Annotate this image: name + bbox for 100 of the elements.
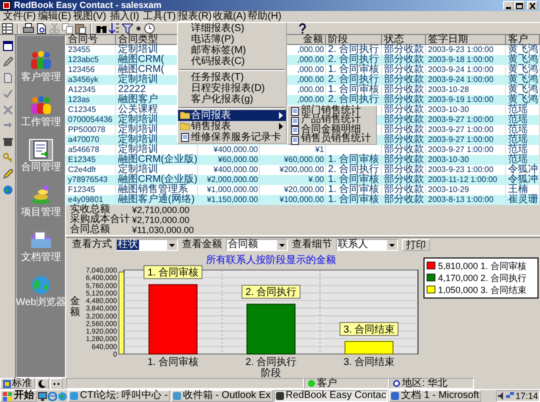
network-icon[interactable] [506, 392, 514, 400]
taskbar-button[interactable]: 文档 1 - Microsoft [389, 390, 482, 402]
table-row[interactable]: e4y09801 融图客户通(网络) ¥1,150,000.00 ¥100,000.00 1. 合同审核 部分收款 2003-8-13 1:00:00 崔灵珊 [66, 195, 540, 205]
dropdown[interactable]: 柱状 [116, 239, 178, 251]
total-value: ¥2,710,000.00 [132, 215, 191, 225]
app-icon [391, 392, 400, 400]
total-label: 采购成本合计 [70, 215, 131, 225]
sidebar-item[interactable]: 文档管理 [17, 224, 65, 269]
page-icon [290, 126, 300, 135]
menu-item[interactable]: 详细报表(S) [178, 23, 286, 34]
sidebar-label: 文档管理 [21, 252, 61, 263]
coins-icon [30, 185, 52, 205]
app-icon [276, 392, 284, 400]
start-button[interactable]: 开始 [0, 390, 37, 402]
maximize-icon [516, 2, 523, 8]
table-cell: ¥1,150,000.00 [198, 195, 260, 205]
dots-icon[interactable] [50, 378, 63, 390]
caret-icon[interactable] [277, 240, 287, 250]
total-value: ¥11,030,000.00 [132, 225, 194, 235]
menu-item[interactable]: 部门销售统计 [288, 106, 376, 116]
dropdown[interactable]: 联系人 [336, 239, 398, 251]
globe-icon[interactable] [2, 185, 12, 195]
menu-item[interactable]: 视图(V) [72, 11, 107, 22]
legend-label: 5,810,000 1. 合同审核 [438, 261, 527, 271]
paste-icon[interactable] [75, 23, 86, 34]
dropdown[interactable]: 合同额 [226, 239, 288, 251]
app-icon [2, 1, 11, 10]
table-row[interactable]: F12345 融图销售管理系 ¥1,000,000.00 ¥20,000.00 1. 合同审核 部分收款 2003-10-29 王楠 [66, 185, 540, 195]
moon-icon[interactable] [36, 378, 49, 390]
grid-icon[interactable] [2, 23, 13, 34]
people-icon [30, 95, 52, 115]
taskbar-button[interactable]: CTI论坛: 呼叫中心 - [68, 390, 170, 402]
sidebar-item[interactable]: Web浏览器 [17, 269, 65, 314]
maximize-button[interactable] [514, 1, 525, 10]
filter-label: 查看金额 [182, 239, 222, 251]
check-icon[interactable] [2, 89, 12, 99]
sort-icon[interactable] [109, 23, 120, 34]
sidebar-item[interactable]: 合同管理 [17, 134, 65, 179]
menu-item[interactable]: 插入(I) [107, 11, 142, 22]
sidebar-label: 合同管理 [21, 162, 61, 173]
page-icon[interactable] [36, 23, 47, 34]
chart-title: 所有联系人按阶段显示的金额 [206, 255, 336, 266]
window-title: RedBook Easy Contact - salesxam [14, 0, 163, 10]
desktop-icon[interactable] [38, 392, 47, 400]
table-cell: 崔灵珊 [506, 195, 540, 205]
table-cell: ¥100,000.00 [260, 195, 326, 205]
menu-item[interactable]: 收藏(A) [212, 11, 247, 22]
legend-label: 1,050,000 3. 合同结束 [438, 285, 527, 295]
close-icon [529, 2, 536, 8]
menu-item[interactable]: 销售员销售统计 [288, 134, 376, 144]
taskbar-button[interactable]: RedBook Easy Contac [274, 390, 388, 402]
menu-item[interactable]: 文件(F) [2, 11, 37, 22]
pencil-icon[interactable] [2, 169, 12, 179]
menu-item[interactable]: 销售报表 [178, 121, 286, 132]
phone-icon[interactable] [2, 137, 12, 147]
menu-item[interactable]: 工具(T) [142, 11, 177, 22]
taskbar-button[interactable]: 收件箱 - Outlook Ex [170, 390, 273, 402]
table-row[interactable]: C2e4dfr 定制培训 ¥400,000.00 ¥200,000.00 2. 合同执行 部分收款 2003-9-23 1:00:00 令狐冲 [66, 165, 540, 175]
menu-item[interactable]: 产品销售统计 [288, 116, 376, 125]
table-row[interactable]: E12345 融图CRM(企业版) ¥60,000.00 ¥60,000.00 1. 合同审核 部分收款 2003-10-30 范瑶 [66, 155, 540, 165]
view-button[interactable]: 标准 [0, 378, 35, 389]
menu-item[interactable]: 帮助(H) [247, 11, 282, 22]
speaker-icon[interactable] [498, 392, 506, 400]
document-icon [30, 140, 52, 160]
folder-icon [30, 230, 52, 250]
page-icon [290, 116, 300, 126]
binoculars-icon[interactable] [96, 23, 107, 34]
print-button[interactable]: 打印 [402, 239, 430, 251]
table-cell: 2003-8-13 1:00:00 [426, 195, 506, 205]
category-label: 1. 合同审核 [147, 357, 199, 368]
caret-icon[interactable] [167, 240, 177, 250]
table-row[interactable]: y78976543 融图CRM(企业版) ¥2,000,000.00 ¥.00 1. 合同审核 部分收款 2003-11-12 1:00:00 令狐冲 [66, 175, 540, 185]
sidebar-label: 项目管理 [21, 207, 61, 218]
clock-icon[interactable] [144, 23, 155, 34]
menu-item[interactable]: 合同报表 [178, 110, 286, 121]
table-cell: e4y09801 [66, 195, 116, 205]
caret-icon[interactable] [387, 240, 397, 250]
chart-bar [246, 304, 296, 354]
category-label: 2. 合同执行 [245, 357, 297, 368]
clock: 17:14 [515, 391, 538, 401]
window-icon[interactable] [2, 41, 12, 51]
minimize-button[interactable] [503, 1, 514, 10]
menu-item[interactable]: 编辑(E) [37, 11, 72, 22]
printer-icon[interactable] [23, 23, 34, 34]
sidebar-item[interactable]: 工作管理 [17, 89, 65, 134]
sidebar-label: 客户管理 [21, 72, 61, 83]
total-value: ¥2,710,000.00 [132, 205, 191, 215]
chart-bar [148, 284, 198, 354]
app-icon [70, 392, 78, 400]
table-row[interactable]: a546678 定制培训 ¥400,000.00 ¥1 部分收款 2003-9-27 1:00:00 范瑶 [66, 145, 540, 155]
table-cell: 部分收款 [382, 195, 426, 205]
close-button[interactable] [527, 1, 538, 10]
legend-label: 4,170,000 2. 合同执行 [438, 273, 527, 283]
sidebar-item[interactable]: 客户管理 [17, 44, 65, 89]
sidebar-item[interactable]: 项目管理 [17, 179, 65, 224]
filter-label: 查看方式 [72, 239, 112, 251]
filter-label: 查看细节 [292, 239, 332, 251]
globe-icon [30, 275, 52, 295]
help-icon[interactable] [297, 23, 308, 34]
pencil-icon[interactable] [2, 57, 12, 67]
